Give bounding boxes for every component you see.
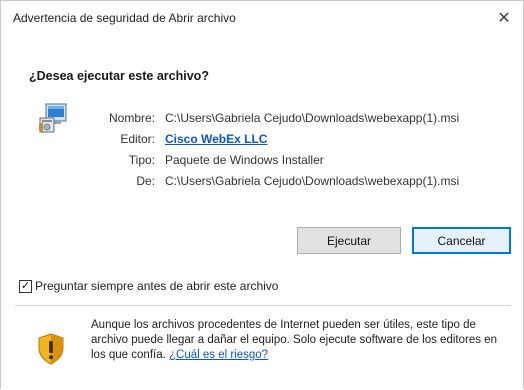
field-row-type: Tipo: Paquete de Windows Installer <box>1 153 523 169</box>
window-title: Advertencia de seguridad de Abrir archiv… <box>13 11 236 25</box>
from-label: De: <box>136 174 155 188</box>
always-ask-checkbox[interactable]: ✓ <box>19 279 32 293</box>
field-row-publisher: Editor: Cisco WebEx LLC <box>1 132 523 148</box>
warning-panel: Aunque los archivos procedentes de Inter… <box>1 306 523 390</box>
security-warning-dialog: Advertencia de seguridad de Abrir archiv… <box>0 0 524 390</box>
from-value: C:\Users\Gabriela Cejudo\Downloads\webex… <box>165 174 460 188</box>
warning-message: Aunque los archivos procedentes de Inter… <box>91 318 511 363</box>
field-row-from: De: C:\Users\Gabriela Cejudo\Downloads\w… <box>1 174 523 190</box>
type-value: Paquete de Windows Installer <box>165 153 324 167</box>
run-button[interactable]: Ejecutar <box>297 227 401 254</box>
field-row-name: Nombre: C:\Users\Gabriela Cejudo\Downloa… <box>1 111 523 127</box>
cancel-button[interactable]: Cancelar <box>412 227 511 254</box>
shield-warning-icon <box>38 333 64 365</box>
always-ask-option[interactable]: ✓ Preguntar siempre antes de abrir este … <box>19 279 278 293</box>
risk-link[interactable]: ¿Cuál es el riesgo? <box>169 349 268 361</box>
title-bar: Advertencia de seguridad de Abrir archiv… <box>1 1 523 35</box>
type-label: Tipo: <box>128 153 155 167</box>
publisher-label: Editor: <box>120 132 155 146</box>
question-heading: ¿Desea ejecutar este archivo? <box>29 69 209 83</box>
close-icon: ✕ <box>497 10 511 27</box>
name-label: Nombre: <box>108 111 155 125</box>
publisher-link[interactable]: Cisco WebEx LLC <box>165 132 267 146</box>
close-button[interactable]: ✕ <box>485 1 523 35</box>
name-value: C:\Users\Gabriela Cejudo\Downloads\webex… <box>165 111 460 125</box>
always-ask-label[interactable]: Preguntar siempre antes de abrir este ar… <box>35 279 278 293</box>
warning-text: Aunque los archivos procedentes de Inter… <box>91 319 497 361</box>
